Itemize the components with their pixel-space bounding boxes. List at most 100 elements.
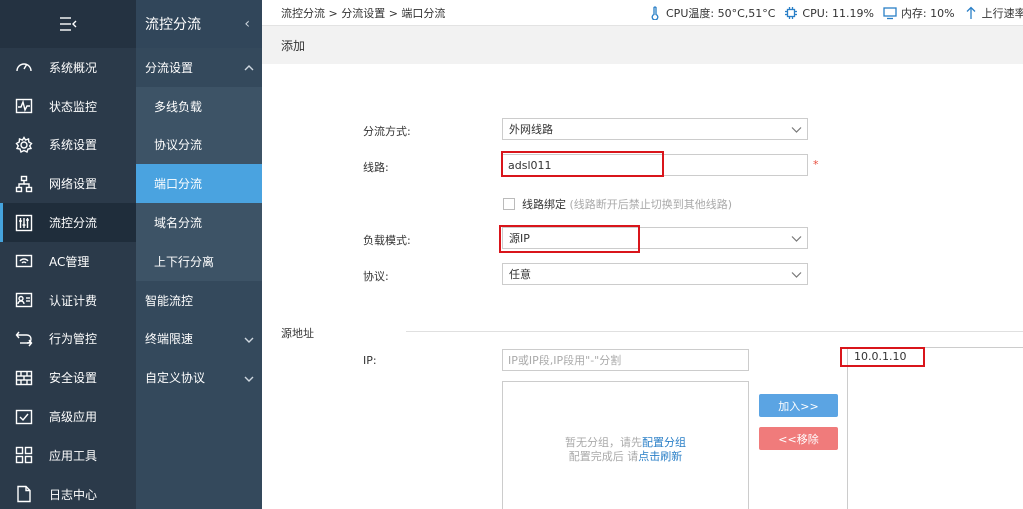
submenu-item-multiline-load[interactable]: 多线负载 — [136, 86, 262, 126]
sidebar-item-label: 系统设置 — [49, 138, 98, 153]
line-bind-checkbox[interactable] — [503, 198, 515, 210]
upload-rate-stat: 上行速率: 5 — [964, 5, 1023, 21]
sidebar-item-label: 网络设置 — [49, 177, 98, 192]
menu-group-label: 终端限速 — [145, 332, 194, 347]
submenu-item-up-down-split[interactable]: 上下行分离 — [136, 241, 262, 281]
sidebar-item-network[interactable]: 网络设置 — [0, 164, 136, 203]
mode-label: 负载模式: — [363, 234, 411, 247]
method-select[interactable]: 外网线路 — [502, 118, 808, 140]
required-mark: * — [813, 158, 819, 171]
arrows-icon — [14, 329, 34, 349]
protocol-label: 协议: — [363, 270, 389, 283]
thermometer-icon — [651, 6, 659, 20]
sliders-icon — [14, 213, 34, 233]
menu-group-terminal-limit[interactable]: 终端限速 — [136, 320, 262, 359]
page-title-bar: 添加 — [262, 26, 1023, 64]
submenu-item-label: 端口分流 — [154, 177, 203, 192]
sidebar-item-label: 状态监控 — [49, 99, 98, 114]
firewall-icon — [14, 368, 34, 388]
submenu-item-label: 协议分流 — [154, 138, 203, 153]
chevron-down-icon — [244, 334, 254, 344]
remove-button[interactable]: <<移除 — [759, 427, 838, 450]
dashboard-icon — [14, 57, 34, 77]
sidebar-item-overview[interactable]: 系统概况 — [0, 48, 136, 87]
menu-group-label: 智能流控 — [145, 293, 194, 308]
sidebar-item-label: 高级应用 — [49, 410, 98, 425]
sidebar-item-auth-billing[interactable]: 认证计费 — [0, 281, 136, 320]
submenu-item-label: 域名分流 — [154, 216, 203, 231]
sidebar-item-label: 流控分流 — [49, 216, 98, 231]
menu-group-flow-settings[interactable]: 分流设置 — [136, 48, 262, 87]
sidebar-item-logs[interactable]: 日志中心 — [0, 475, 136, 509]
line-bind-hint: (线路断开后禁止切换到其他线路) — [569, 198, 733, 211]
sidebar-item-label: 认证计费 — [49, 293, 98, 308]
page-title: 添加 — [281, 38, 306, 53]
empty-text-1: 暂无分组，请先 — [565, 436, 642, 449]
empty-text-2: 配置完成后 请 — [568, 450, 639, 463]
collapse-chevron-left-icon[interactable]: ‹ — [244, 16, 250, 32]
line-bind-label: 线路绑定 (线路断开后禁止切换到其他线路) — [522, 196, 732, 212]
add-button[interactable]: 加入>> — [759, 394, 838, 417]
sidebar-item-label: 行为管控 — [49, 332, 98, 347]
top-bar: 流控分流 > 分流设置 > 端口分流 CPU温度: 50°C,51°C CPU:… — [262, 0, 1023, 26]
arrow-up-icon — [966, 6, 976, 19]
group-empty-message: 暂无分组，请先配置分组 配置完成后 请点击刷新 — [503, 436, 748, 464]
sidebar-item-label: 安全设置 — [49, 371, 98, 386]
secondary-sidebar-title: 流控分流 — [145, 17, 201, 33]
gear-icon — [14, 135, 34, 155]
refresh-link[interactable]: 点击刷新 — [638, 450, 682, 463]
secondary-sidebar: 流控分流 ‹ 分流设置 多线负载 协议分流 端口分流 域名分流 上下行分离 智能… — [136, 0, 262, 509]
line-label: 线路: — [363, 161, 389, 174]
upload-rate-value: 上行速率: 5 — [981, 7, 1023, 20]
ip-input-placeholder: IP或IP段,IP段用"-"分割 — [508, 354, 622, 367]
sidebar-item-label: 日志中心 — [49, 487, 98, 502]
protocol-select[interactable]: 任意 — [502, 263, 808, 285]
group-list-box[interactable]: 暂无分组，请先配置分组 配置完成后 请点击刷新 — [502, 381, 749, 509]
section-divider — [406, 331, 1023, 332]
sidebar-item-security[interactable]: 安全设置 — [0, 358, 136, 397]
breadcrumb: 流控分流 > 分流设置 > 端口分流 — [281, 6, 446, 20]
cpu-temperature-value: CPU温度: 50°C,51°C — [666, 7, 776, 20]
protocol-select-value: 任意 — [509, 268, 531, 281]
method-label: 分流方式: — [363, 125, 411, 138]
sidebar-item-label: 应用工具 — [49, 448, 98, 463]
submenu-item-protocol-split[interactable]: 协议分流 — [136, 125, 262, 165]
submenu-item-domain-split[interactable]: 域名分流 — [136, 203, 262, 242]
cpu-temperature-stat: CPU温度: 50°C,51°C — [648, 5, 775, 21]
sidebar-item-flow-control[interactable]: 流控分流 — [0, 203, 136, 242]
chevron-down-icon — [791, 124, 802, 134]
menu-collapse-icon — [60, 17, 77, 31]
highlight-box — [840, 347, 925, 367]
menu-group-custom-protocol[interactable]: 自定义协议 — [136, 358, 262, 397]
method-select-value: 外网线路 — [509, 123, 553, 136]
menu-group-smart-flow[interactable]: 智能流控 — [136, 281, 262, 320]
line-bind-text: 线路绑定 — [522, 198, 566, 211]
sidebar-item-advanced[interactable]: 高级应用 — [0, 397, 136, 436]
document-icon — [14, 484, 34, 504]
primary-sidebar: 系统概况 状态监控 系统设置 网络设置 流控分流 AC管理 认证计费 行为管控 … — [0, 0, 136, 509]
chevron-up-icon — [244, 62, 254, 72]
memory-value: 内存: 10% — [900, 7, 955, 20]
ip-label: IP: — [363, 354, 377, 367]
memory-stat: 内存: 10% — [883, 5, 955, 21]
check-window-icon — [14, 407, 34, 427]
submenu-item-label: 上下行分离 — [154, 254, 215, 269]
ip-input[interactable]: IP或IP段,IP段用"-"分割 — [502, 349, 749, 371]
monitor-icon — [883, 7, 897, 20]
highlight-box — [501, 151, 664, 177]
sidebar-item-system-settings[interactable]: 系统设置 — [0, 126, 136, 165]
submenu-item-port-split[interactable]: 端口分流 — [136, 164, 262, 204]
wifi-icon — [14, 251, 34, 271]
chevron-down-icon — [244, 373, 254, 383]
sidebar-item-tools[interactable]: 应用工具 — [0, 436, 136, 475]
menu-toggle-button[interactable] — [0, 0, 136, 48]
configure-group-link[interactable]: 配置分组 — [642, 436, 686, 449]
cpu-usage-value: CPU: 11.19% — [802, 6, 874, 20]
sidebar-item-behavior[interactable]: 行为管控 — [0, 320, 136, 359]
network-icon — [14, 174, 34, 194]
selected-ip-list[interactable]: 10.0.1.10 — [847, 347, 1023, 509]
sidebar-item-ac[interactable]: AC管理 — [0, 242, 136, 281]
sidebar-item-monitor[interactable]: 状态监控 — [0, 87, 136, 126]
cpu-chip-icon — [785, 7, 798, 19]
secondary-sidebar-header: 流控分流 ‹ — [136, 0, 262, 48]
